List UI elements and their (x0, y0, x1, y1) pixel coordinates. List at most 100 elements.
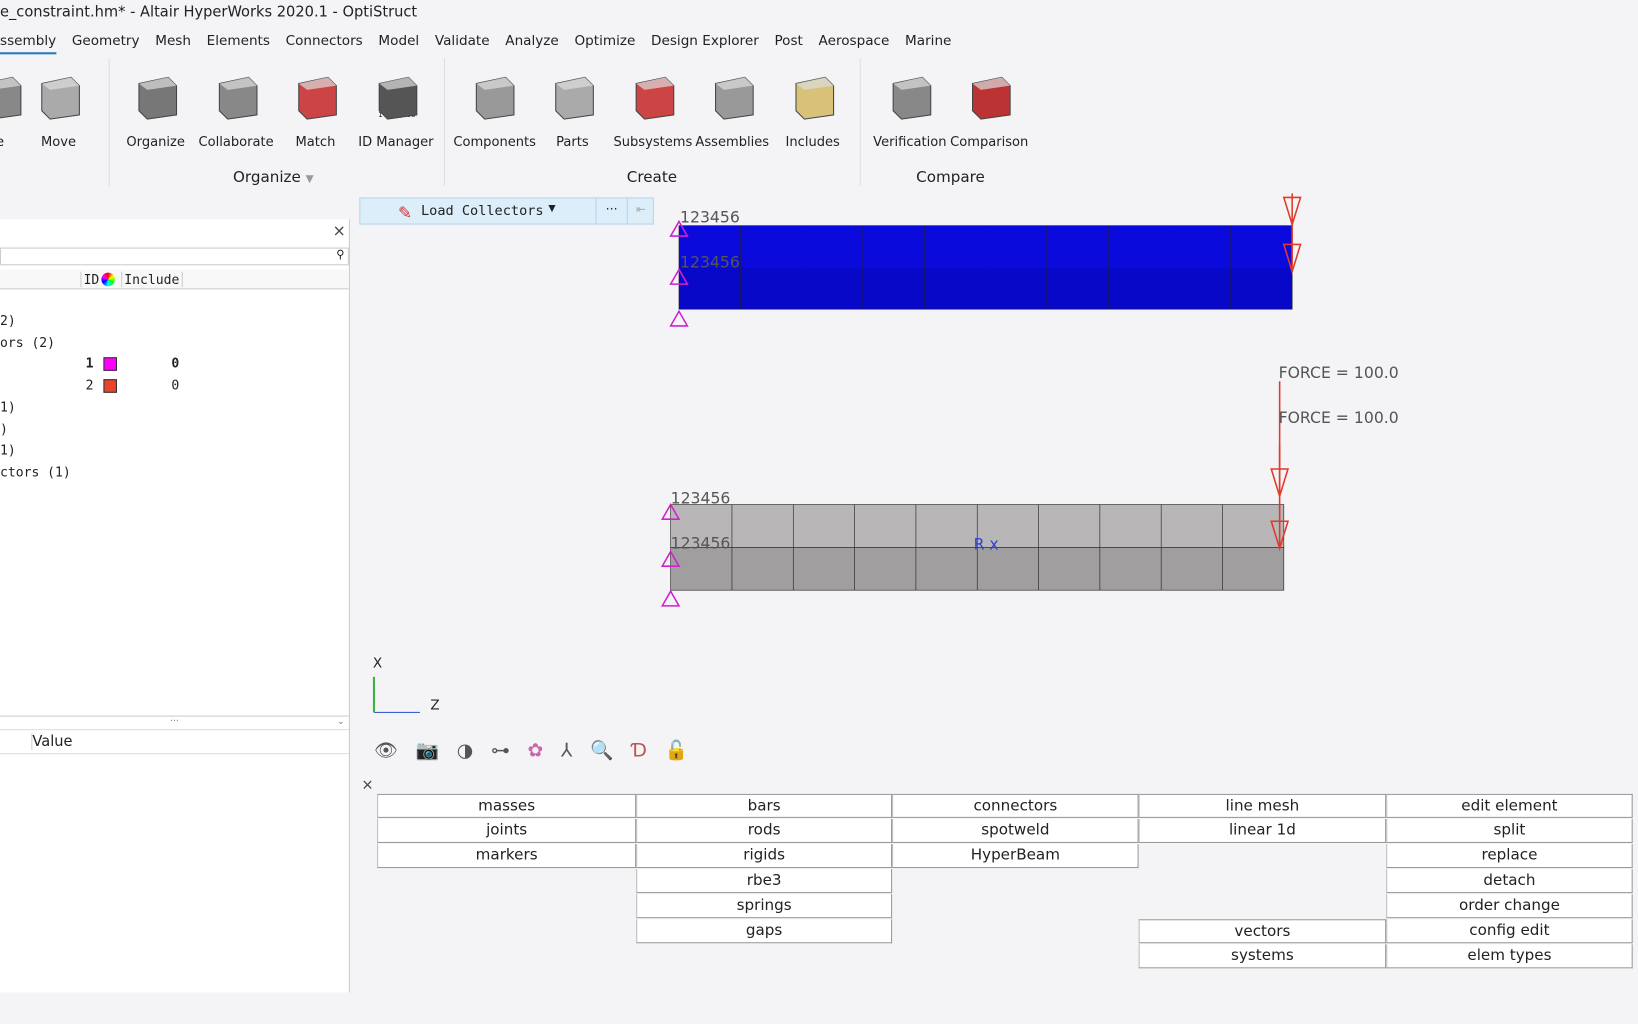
row-include[interactable]: 0 (171, 356, 179, 372)
panel-button-split[interactable]: split (1386, 818, 1633, 843)
unlock-icon[interactable]: 🔓 (665, 740, 688, 762)
panel-button-rbe3[interactable]: rbe3 (636, 869, 893, 894)
dof-label-bottom1: 123456 (671, 488, 731, 507)
panel-button-hyperbeam[interactable]: HyperBeam (892, 844, 1139, 869)
row-include[interactable]: 0 (171, 377, 179, 393)
includes-icon (783, 67, 841, 125)
browser-row[interactable]: ctors (1) (0, 464, 345, 483)
menu-item[interactable]: Elements (207, 33, 270, 54)
search-icon[interactable]: ⚲ (336, 248, 344, 262)
browser-row[interactable]: 1) (0, 399, 345, 418)
panel-button-springs[interactable]: springs (636, 894, 893, 919)
menu-item[interactable]: Design Explorer (651, 33, 759, 54)
constraint-icon (669, 309, 689, 327)
color-palette-icon[interactable]: ✿ (528, 740, 544, 762)
panel-button-vectors[interactable]: vectors (1138, 919, 1387, 944)
tool-subsystems[interactable]: Subsystems (613, 67, 692, 149)
tool-verification[interactable]: Verification (870, 67, 949, 149)
3d-icon[interactable]: Ɗ (631, 740, 646, 762)
browser-search-input[interactable]: ⚲ (0, 247, 349, 266)
row-label: 1) (0, 398, 16, 415)
close-icon[interactable]: × (333, 221, 346, 240)
dof-label-top2: 123456 (680, 252, 740, 271)
panel-button-replace[interactable]: replace (1386, 844, 1633, 869)
tool-assemblies[interactable]: Assemblies (693, 67, 772, 149)
window-title: e_constraint.hm* - Altair HyperWorks 202… (0, 4, 418, 21)
panel-button-joints[interactable]: joints (377, 818, 637, 843)
ribbon: Organize ▼ Create Compare 1 - 10,000 eMo… (0, 58, 1638, 192)
browser-row[interactable]: 10 (0, 356, 345, 375)
panel-button-spotweld[interactable]: spotweld (892, 818, 1139, 843)
panel-button-elem-types[interactable]: elem types (1386, 944, 1633, 969)
parts-icon (543, 67, 601, 125)
panel-button-connectors[interactable]: connectors (892, 793, 1139, 818)
visualization-eye-icon[interactable]: 👁 (374, 740, 398, 762)
browser-row[interactable]: 1) (0, 442, 345, 461)
panel-button-markers[interactable]: markers (377, 844, 637, 869)
dof-label-bottom2: 123456 (671, 533, 731, 552)
panel-button-order-change[interactable]: order change (1386, 894, 1633, 919)
comparison-icon (960, 67, 1018, 125)
axis-z-label: Z (430, 697, 440, 714)
assemblies-icon (703, 67, 761, 125)
panel-button-linear-1d[interactable]: linear 1d (1138, 818, 1387, 843)
menu-item[interactable]: Aerospace (819, 33, 890, 54)
panel-button-bars[interactable]: bars (636, 793, 893, 818)
tool-components[interactable]: Components (453, 67, 536, 149)
color-swatch[interactable] (103, 379, 117, 393)
components-icon (464, 67, 522, 125)
zoom-icon[interactable]: 🔍 (590, 740, 613, 762)
menu-item[interactable]: Connectors (286, 33, 363, 54)
axes-icon[interactable]: ⅄ (561, 740, 572, 762)
col-include[interactable]: Include (121, 271, 183, 288)
browser-row[interactable]: ors (2) (0, 334, 345, 353)
show-hide-icon[interactable]: ◑ (457, 740, 473, 762)
axis-triad: X Z (368, 656, 440, 725)
menu-item[interactable]: Model (378, 33, 419, 54)
value-column-header: Value (31, 733, 73, 751)
axis-x-label: X (372, 656, 383, 672)
group-organize[interactable]: Organize ▼ (233, 169, 314, 186)
organize-icon (126, 67, 184, 125)
panel-button-rigids[interactable]: rigids (636, 844, 893, 869)
panel-close-icon[interactable]: × (361, 777, 373, 794)
menu-item[interactable]: Validate (435, 33, 490, 54)
menu-item[interactable]: Mesh (155, 33, 191, 54)
panel-button-line-mesh[interactable]: line mesh (1138, 793, 1387, 818)
tool-move[interactable]: Move (19, 67, 98, 149)
menu-item[interactable]: Analyze (505, 33, 559, 54)
viewport-graphics[interactable]: 123456 123456 123456 123456 FORCE = 100.0 FOR… (351, 193, 1638, 736)
camera-icon[interactable]: 📷 (416, 740, 439, 762)
panel-button-edit-element[interactable]: edit element (1386, 793, 1633, 818)
tool-organize[interactable]: Organize (116, 67, 195, 149)
color-wheel-icon (101, 272, 115, 287)
row-label: ) (0, 420, 8, 437)
tool-collaborate[interactable]: Collaborate (196, 67, 275, 149)
browser-header: ID Include (0, 269, 349, 290)
panel-button-gaps[interactable]: gaps (636, 919, 893, 944)
panel-button-masses[interactable]: masses (377, 793, 637, 818)
tool-id-manager[interactable]: ID Manager (356, 67, 435, 149)
tool-parts[interactable]: Parts (533, 67, 612, 149)
browser-row[interactable]: ) (0, 420, 345, 439)
menu-item[interactable]: Optimize (574, 33, 635, 54)
panel-button-rods[interactable]: rods (636, 818, 893, 843)
menu-item[interactable]: Post (774, 33, 802, 54)
constraint-icon (660, 589, 681, 607)
panel-button-detach[interactable]: detach (1386, 869, 1633, 894)
col-id[interactable]: ID (80, 271, 99, 288)
browser-row[interactable]: 20 (0, 377, 345, 396)
color-swatch[interactable] (103, 357, 117, 372)
splitter[interactable]: ··· ⌄ (0, 715, 349, 729)
panel-button-config-edit[interactable]: config edit (1386, 919, 1633, 944)
tool-match[interactable]: Match (276, 67, 355, 149)
tool-comparison[interactable]: Comparison (950, 67, 1029, 149)
browser-row[interactable]: 2) (0, 312, 345, 331)
menu-item[interactable]: Geometry (72, 33, 140, 54)
panel-button-systems[interactable]: systems (1138, 944, 1387, 969)
menu-item[interactable]: ssembly (0, 33, 57, 55)
entity-display-icon[interactable]: ⊶ (491, 740, 510, 762)
tool-includes[interactable]: Includes (773, 67, 852, 149)
menu-item[interactable]: Marine (905, 33, 951, 54)
force-label-2: FORCE = 100.0 (1279, 408, 1399, 427)
